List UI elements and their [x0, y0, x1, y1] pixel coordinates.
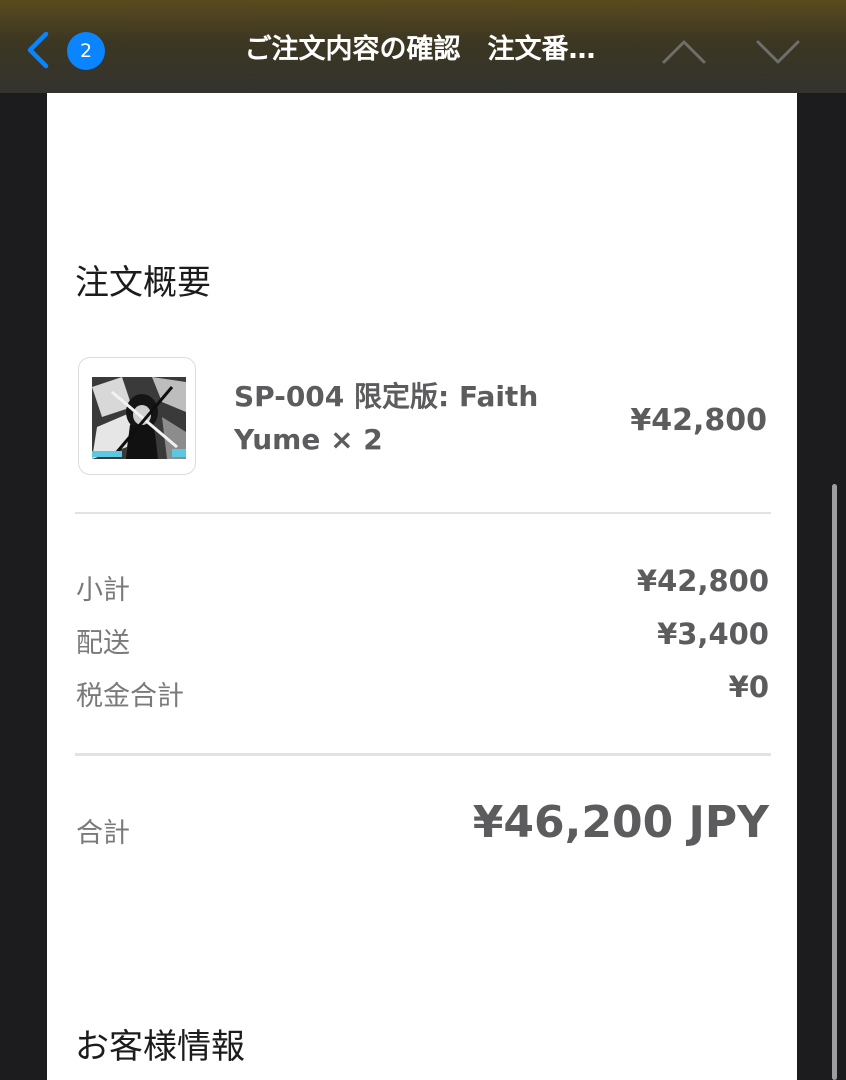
chevron-down-icon[interactable]: [754, 36, 802, 66]
subtotal-label: 小計: [76, 575, 130, 606]
total-value: ¥46,200 JPY: [472, 797, 769, 848]
order-summary-heading: 注文概要: [75, 263, 211, 303]
chevron-left-icon[interactable]: [22, 30, 52, 70]
divider: [75, 753, 771, 756]
scrollbar[interactable]: [832, 484, 837, 1080]
product-name: SP-004 限定版: Faith Yume × 2: [234, 380, 539, 456]
tax-total-value: ¥0: [728, 670, 769, 704]
page-title: ご注文内容の確認 注文番…: [244, 34, 596, 65]
divider: [75, 512, 771, 514]
order-page: 注文概要 SP-004 限定版: Faith Yume × 2 ¥42,800 …: [47, 93, 797, 1080]
navigation-bar: 2 ご注文内容の確認 注文番…: [0, 0, 846, 93]
shipping-label: 配送: [76, 628, 130, 659]
shipping-value: ¥3,400: [657, 617, 769, 651]
customer-info-heading: お客様情報: [75, 1027, 245, 1067]
subtotal-value: ¥42,800: [636, 564, 769, 598]
chevron-up-icon[interactable]: [660, 36, 708, 66]
product-thumbnail[interactable]: [78, 357, 196, 475]
back-count-badge[interactable]: 2: [67, 32, 105, 70]
total-label: 合計: [76, 818, 130, 849]
product-price: ¥42,800: [630, 403, 767, 438]
product-image: [92, 377, 186, 459]
tax-total-label: 税金合計: [76, 681, 184, 712]
